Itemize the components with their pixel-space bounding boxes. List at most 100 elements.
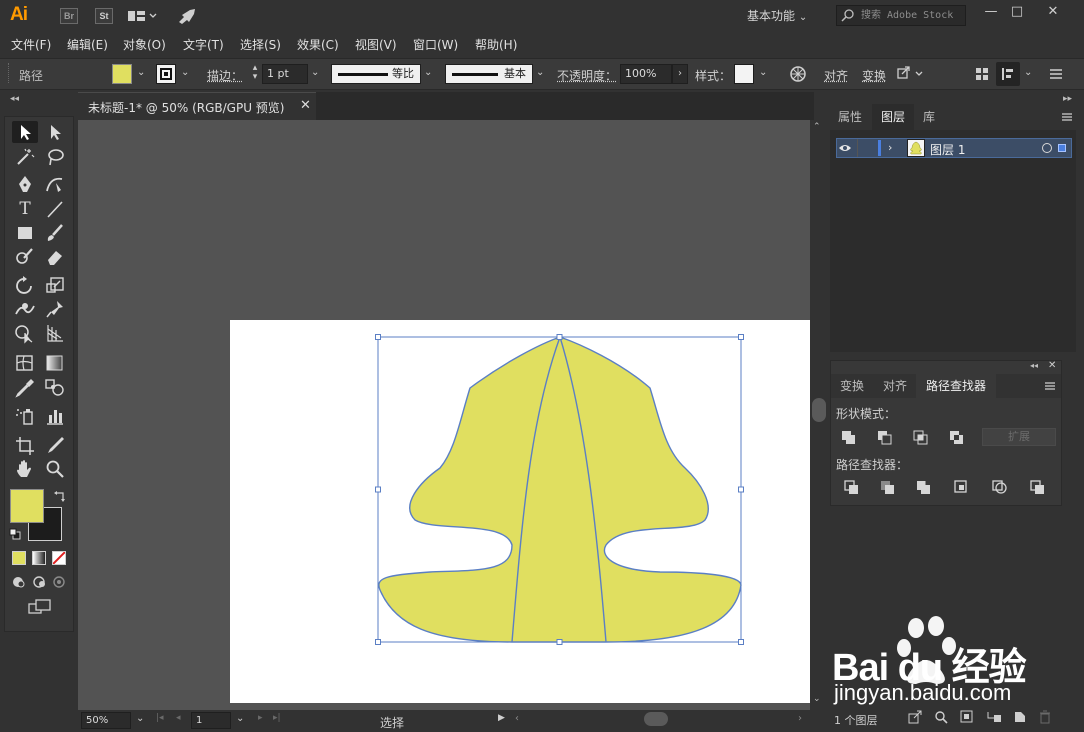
eraser-tool-icon[interactable] — [42, 246, 68, 268]
graphic-style-swatch[interactable] — [734, 64, 754, 84]
type-tool-icon[interactable]: T — [12, 198, 38, 220]
workspace-switcher[interactable]: 基本功能 ⌄ — [740, 6, 820, 26]
minus-front-icon[interactable] — [876, 429, 894, 445]
collapse-panels-icon[interactable]: ▸▸ — [1063, 94, 1072, 104]
selection-tool-icon[interactable] — [12, 121, 38, 143]
layer-name[interactable]: 图层 1 — [930, 141, 965, 158]
delete-layer-icon[interactable] — [1038, 710, 1052, 724]
panel-menu-icon[interactable] — [1048, 66, 1064, 82]
export-icon[interactable] — [908, 710, 922, 724]
fill-color-swatch[interactable] — [112, 64, 132, 84]
opacity-input[interactable]: 100% — [620, 64, 672, 84]
column-graph-tool-icon[interactable] — [42, 405, 68, 427]
menu-help[interactable]: 帮助(H) — [475, 36, 517, 53]
expand-layer-icon[interactable]: › — [888, 141, 892, 154]
slice-tool-icon[interactable] — [42, 434, 68, 456]
shaper-tool-icon[interactable] — [12, 246, 38, 268]
rectangle-tool-icon[interactable] — [12, 222, 38, 244]
selection-handle[interactable] — [375, 639, 381, 645]
gradient-mode-button[interactable] — [32, 551, 46, 565]
maximize-button[interactable]: □ — [1004, 3, 1030, 21]
trim-icon[interactable] — [879, 479, 897, 495]
stock-search-input[interactable]: 搜索 Adobe Stock — [836, 5, 966, 26]
vertical-scroll-thumb[interactable] — [812, 398, 826, 422]
menu-select[interactable]: 选择(S) — [240, 36, 281, 53]
warp-tool-icon[interactable] — [12, 298, 38, 320]
new-sublayer-icon[interactable] — [986, 710, 1002, 724]
stock-button[interactable]: St — [95, 8, 113, 24]
crop-icon[interactable] — [953, 479, 971, 495]
swap-fill-stroke-icon[interactable] — [53, 489, 67, 503]
first-artboard-icon[interactable]: |◂ — [156, 713, 164, 723]
unite-icon[interactable] — [840, 429, 858, 445]
bridge-button[interactable]: Br — [60, 8, 78, 24]
menu-type[interactable]: 文字(T) — [183, 36, 224, 53]
tab-pathfinder[interactable]: 路径查找器 — [926, 374, 986, 398]
tab-properties[interactable]: 属性 — [838, 104, 862, 130]
default-fill-stroke-icon[interactable] — [9, 528, 21, 540]
shape-builder-tool-icon[interactable] — [12, 322, 38, 344]
eyedropper-tool-icon[interactable] — [12, 376, 38, 398]
draw-inside-icon[interactable] — [52, 575, 68, 589]
close-document-icon[interactable]: ✕ — [300, 98, 311, 113]
artboard-number-input[interactable]: 1 — [191, 712, 231, 729]
menu-view[interactable]: 视图(V) — [355, 36, 397, 53]
selection-handle[interactable] — [556, 639, 563, 645]
selection-handle[interactable] — [738, 486, 744, 493]
gpu-performance-icon[interactable] — [176, 7, 198, 25]
chevron-down-icon[interactable]: ⌄ — [181, 67, 189, 78]
chevron-down-icon[interactable]: ⌄ — [311, 67, 319, 78]
scale-tool-icon[interactable] — [42, 274, 68, 296]
yellow-bell-shape[interactable] — [378, 336, 742, 643]
close-pathfinder-icon[interactable]: ✕ — [1048, 360, 1056, 371]
next-artboard-icon[interactable]: ▸ — [258, 713, 263, 723]
outline-icon[interactable] — [991, 479, 1009, 495]
mesh-tool-icon[interactable] — [12, 352, 38, 374]
lasso-tool-icon[interactable] — [42, 146, 68, 168]
exclude-icon[interactable] — [948, 429, 966, 445]
collapse-pathfinder-icon[interactable]: ◂◂ — [1030, 361, 1038, 370]
curvature-tool-icon[interactable] — [42, 173, 68, 195]
menu-file[interactable]: 文件(F) — [11, 36, 51, 53]
intersect-icon[interactable] — [912, 429, 930, 445]
opacity-label[interactable]: 不透明度： — [557, 67, 617, 84]
horizontal-scroll-thumb[interactable] — [644, 712, 668, 726]
recolor-artwork-icon[interactable] — [788, 64, 808, 84]
scroll-left-icon[interactable]: ‹ — [515, 713, 519, 724]
layers-panel-menu-icon[interactable] — [1060, 110, 1074, 124]
expand-button[interactable]: 扩展 — [982, 428, 1056, 446]
align-selection-icon[interactable] — [996, 62, 1020, 86]
magic-wand-tool-icon[interactable] — [12, 146, 38, 168]
menu-object[interactable]: 对象(O) — [123, 36, 166, 53]
chevron-down-icon[interactable]: ⌄ — [137, 67, 145, 78]
target-circle-icon[interactable] — [1042, 143, 1052, 153]
puppet-warp-tool-icon[interactable] — [42, 298, 68, 320]
gradient-tool-icon[interactable] — [42, 352, 68, 374]
rotate-tool-icon[interactable] — [12, 274, 38, 296]
change-screen-mode-icon[interactable] — [28, 598, 52, 616]
arrange-documents-icon[interactable] — [127, 9, 157, 23]
none-mode-button[interactable] — [52, 551, 66, 565]
stroke-weight-input[interactable]: 1 pt — [262, 64, 308, 84]
stroke-weight-stepper[interactable]: ▴ ▾ — [248, 64, 262, 84]
chevron-down-icon[interactable]: ⌄ — [1024, 67, 1032, 78]
chevron-down-icon[interactable]: ⌄ — [136, 713, 144, 724]
selection-handle[interactable] — [375, 334, 381, 340]
brush-definition[interactable]: 基本 — [445, 64, 533, 84]
locate-object-icon[interactable] — [934, 710, 948, 724]
draw-normal-icon[interactable] — [11, 575, 27, 589]
close-window-button[interactable]: ✕ — [1040, 3, 1066, 21]
selection-handle[interactable] — [738, 334, 744, 340]
menu-window[interactable]: 窗口(W) — [413, 36, 458, 53]
artboard-tool-icon[interactable] — [12, 434, 38, 456]
new-layer-icon[interactable] — [1013, 710, 1027, 724]
make-clipping-mask-icon[interactable] — [960, 710, 974, 724]
minimize-button[interactable]: — — [978, 3, 1004, 21]
align-link[interactable]: 对齐 — [824, 67, 848, 84]
direct-selection-tool-icon[interactable] — [42, 121, 68, 143]
draw-behind-icon[interactable] — [32, 575, 48, 589]
blend-tool-icon[interactable] — [42, 376, 68, 398]
status-menu-arrow-icon[interactable]: ▶ — [498, 713, 505, 723]
chevron-down-icon[interactable]: ⌄ — [424, 67, 432, 78]
color-mode-button[interactable] — [12, 551, 26, 565]
